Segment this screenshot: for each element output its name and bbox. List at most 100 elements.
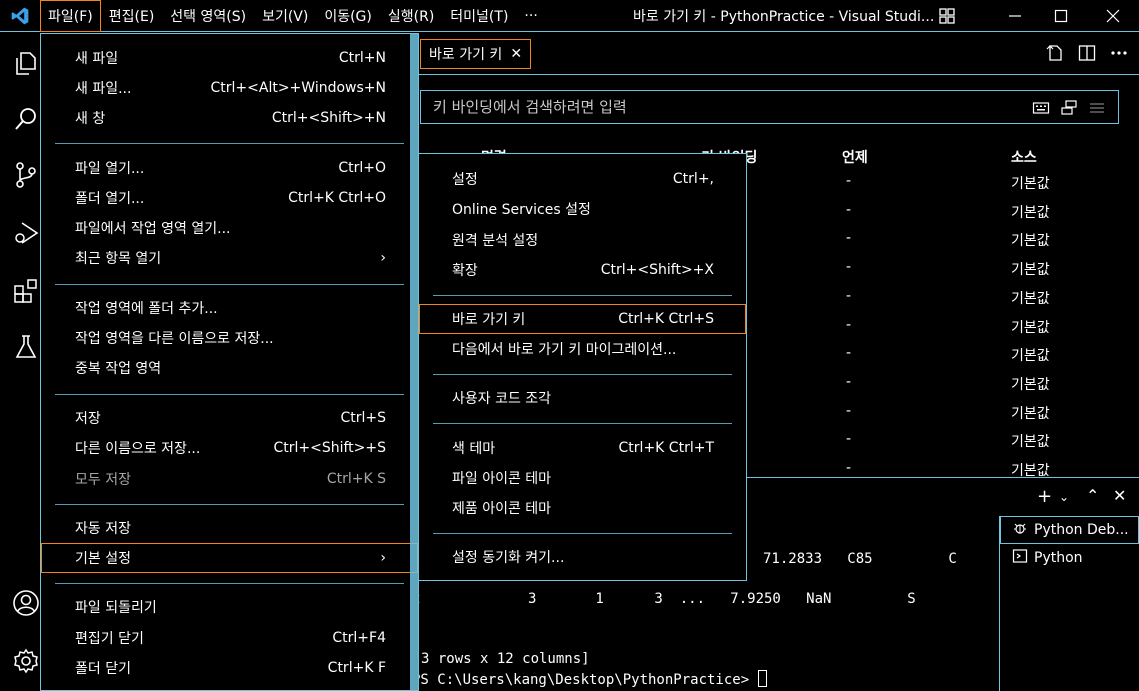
- menu-item-label: 새 파일...: [75, 81, 132, 97]
- menu-item-label: 설정 동기화 켜기...: [452, 550, 565, 566]
- menu-item-online-services-settings[interactable]: Online Services 설정: [419, 194, 746, 224]
- menu-separator: [55, 583, 404, 584]
- close-window-icon[interactable]: [1090, 0, 1136, 32]
- keybinding-source-cell: 기본값: [1011, 262, 1050, 279]
- menu-item-settings[interactable]: 설정 Ctrl+,: [419, 164, 746, 194]
- menu-item-product-icon-theme[interactable]: 제품 아이콘 테마: [419, 493, 746, 523]
- menu-item-keyboard-shortcuts[interactable]: 바로 가기 키 Ctrl+K Ctrl+S: [419, 304, 746, 334]
- menu-item-shortcut: Ctrl+N: [338, 50, 386, 66]
- customize-layout-icon[interactable]: [938, 7, 956, 29]
- menu-item-extensions[interactable]: 확장 Ctrl+<Shift>+X: [419, 255, 746, 285]
- menu-item-new-text-file[interactable]: 새 파일 Ctrl+N: [41, 43, 418, 73]
- keybindings-search-input[interactable]: [433, 98, 993, 116]
- menu-item-new-file[interactable]: 새 파일... Ctrl+<Alt>+Windows+N: [41, 73, 418, 103]
- menu-item-migrate-keymaps[interactable]: 다음에서 바로 가기 키 마이그레이션...: [419, 334, 746, 364]
- menu-item-label: 파일에서 작업 영역 열기...: [75, 221, 231, 237]
- menu-item-open-file[interactable]: 파일 열기... Ctrl+O: [41, 153, 418, 183]
- terminal-tab-python-debug[interactable]: Python Deb...: [1000, 516, 1139, 544]
- menu-item-new-window[interactable]: 새 창 Ctrl+<Shift>+N: [41, 103, 418, 133]
- close-panel-icon[interactable]: ✕: [1113, 486, 1126, 505]
- keybinding-when-cell: -: [846, 345, 852, 362]
- keybinding-when-cell: -: [846, 173, 852, 189]
- menu-item-open-recent[interactable]: 최근 항목 열기 ›: [41, 243, 418, 273]
- terminal-prompt[interactable]: PS C:\Users\kang\Desktop\PythonPractice>: [412, 670, 767, 688]
- menu-separator: [433, 374, 732, 375]
- menu-item-revert-file[interactable]: 파일 되돌리기: [41, 592, 418, 622]
- column-header-source[interactable]: 소스: [1011, 147, 1037, 167]
- menu-item-shortcut: Ctrl+<Shift>+X: [600, 262, 714, 278]
- title-bar: 파일(F) 편집(E) 선택 영역(S) 보기(V) 이동(G) 실행(R) 터…: [0, 0, 1139, 32]
- minimize-icon[interactable]: [992, 0, 1038, 32]
- keybinding-when-cell: -: [846, 316, 852, 333]
- clear-search-icon[interactable]: [1088, 99, 1106, 117]
- menu-item-label: 새 창: [75, 111, 106, 127]
- submenu-chevron-right-icon: ›: [380, 550, 386, 566]
- menu-item-preferences[interactable]: 기본 설정 ›: [41, 543, 418, 573]
- menu-item-label: 기본 설정: [75, 551, 131, 567]
- keybinding-source-cell: 기본값: [1011, 204, 1050, 221]
- menu-run[interactable]: 실행(R): [380, 0, 442, 32]
- keybinding-source-cell: 기본값: [1011, 348, 1050, 365]
- split-editor-icon[interactable]: [1077, 43, 1097, 63]
- menu-item-add-folder-to-workspace[interactable]: 작업 영역에 폴더 추가...: [41, 293, 418, 323]
- menu-view[interactable]: 보기(V): [254, 0, 316, 32]
- submenu-chevron-right-icon: ›: [380, 250, 386, 266]
- terminal-tab-python[interactable]: Python: [1000, 544, 1139, 572]
- menu-item-save[interactable]: 저장 Ctrl+S: [41, 403, 418, 433]
- close-tab-icon[interactable]: ✕: [510, 46, 522, 62]
- menu-item-turn-on-settings-sync[interactable]: 설정 동기화 켜기...: [419, 542, 746, 572]
- menu-item-open-folder[interactable]: 폴더 열기... Ctrl+K Ctrl+O: [41, 183, 418, 213]
- menu-item-label: 바로 가기 키: [452, 312, 526, 328]
- new-terminal-icon[interactable]: +: [1037, 486, 1052, 507]
- keybinding-when-cell: -: [846, 230, 852, 247]
- menu-item-open-workspace-from-file[interactable]: 파일에서 작업 영역 열기...: [41, 213, 418, 243]
- tab-keyboard-shortcuts[interactable]: 바로 가기 키 ✕: [420, 39, 532, 69]
- tab-label: 바로 가기 키: [429, 47, 503, 63]
- column-header-when[interactable]: 언제: [842, 147, 868, 167]
- keybinding-when-cell: -: [846, 259, 852, 276]
- menu-item-file-icon-theme[interactable]: 파일 아이콘 테마: [419, 463, 746, 493]
- menu-item-shortcut: Ctrl+K S: [326, 471, 386, 487]
- menu-item-shortcut: Ctrl+K Ctrl+S: [618, 311, 714, 327]
- menu-selection[interactable]: 선택 영역(S): [162, 0, 254, 32]
- menu-item-label: 최근 항목 열기: [75, 251, 162, 267]
- menu-go[interactable]: 이동(G): [316, 0, 380, 32]
- menu-item-color-theme[interactable]: 색 테마 Ctrl+K Ctrl+T: [419, 433, 746, 463]
- menu-item-telemetry-settings[interactable]: 원격 분석 설정: [419, 225, 746, 255]
- menu-item-close-folder[interactable]: 폴더 닫기 Ctrl+K F: [41, 653, 418, 683]
- maximize-panel-chevron-up-icon[interactable]: ⌃: [1086, 486, 1099, 505]
- menu-item-shortcut: Ctrl+<Shift>+S: [273, 440, 386, 456]
- maximize-icon[interactable]: [1038, 0, 1084, 32]
- open-json-icon[interactable]: [1045, 43, 1065, 63]
- keybindings-search-box: [420, 90, 1119, 124]
- menu-item-user-snippets[interactable]: 사용자 코드 조각: [419, 383, 746, 413]
- search-actions: [1032, 99, 1106, 117]
- keybinding-source-cell: 기본값: [1011, 290, 1050, 307]
- more-actions-icon[interactable]: [1109, 43, 1129, 63]
- terminal-prompt-text: PS C:\Users\kang\Desktop\PythonPractice>: [412, 672, 758, 688]
- terminal-dropdown-chevron-icon[interactable]: ⌄: [1059, 490, 1069, 504]
- menu-item-duplicate-workspace[interactable]: 중복 작업 영역: [41, 353, 418, 383]
- menu-terminal[interactable]: 터미널(T): [442, 0, 516, 32]
- menu-separator: [433, 423, 732, 424]
- sort-by-precedence-icon[interactable]: [1060, 99, 1078, 117]
- keybinding-source-cell: 기본값: [1011, 434, 1050, 451]
- menu-item-auto-save[interactable]: 자동 저장: [41, 513, 418, 543]
- file-menu-scrollbar[interactable]: [410, 33, 418, 691]
- menu-more[interactable]: ···: [516, 0, 545, 32]
- menu-item-save-as[interactable]: 다른 이름으로 저장... Ctrl+<Shift>+S: [41, 433, 418, 463]
- preferences-submenu: 설정 Ctrl+, Online Services 설정 원격 분석 설정 확장 C…: [418, 153, 747, 581]
- menu-item-save-workspace-as[interactable]: 작업 영역을 다른 이름으로 저장...: [41, 323, 418, 353]
- menu-item-close-editor[interactable]: 편집기 닫기 Ctrl+F4: [41, 623, 418, 653]
- menu-item-shortcut: Ctrl+,: [672, 171, 714, 187]
- menu-bar: 파일(F) 편집(E) 선택 영역(S) 보기(V) 이동(G) 실행(R) 터…: [40, 0, 546, 32]
- record-keys-icon[interactable]: [1032, 99, 1050, 117]
- keybinding-source-cell: 기본값: [1011, 376, 1050, 393]
- vscode-logo-icon: [0, 0, 40, 32]
- menu-item-label: 파일 아이콘 테마: [452, 471, 552, 487]
- terminal-cursor: [757, 670, 767, 687]
- window-title: 바로 가기 키 - PythonPractice - Visual Studi.…: [633, 9, 935, 25]
- menu-file[interactable]: 파일(F): [40, 0, 101, 32]
- menu-item-label: 색 테마: [452, 441, 496, 457]
- menu-edit[interactable]: 편집(E): [101, 0, 163, 32]
